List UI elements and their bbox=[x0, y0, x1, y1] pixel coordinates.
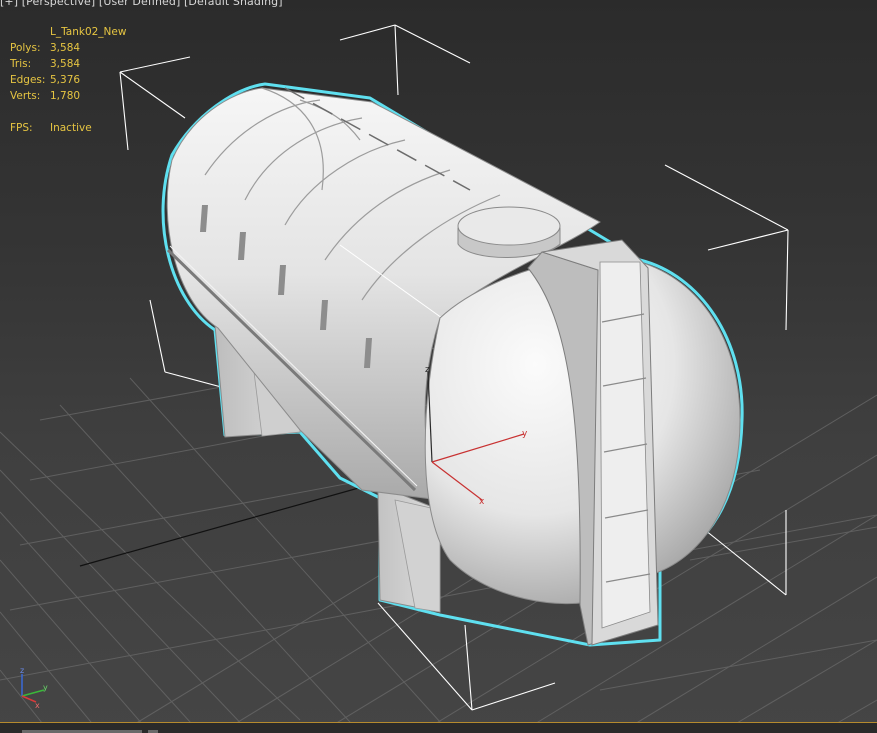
stat-label: FPS: bbox=[10, 122, 33, 134]
view-axis-z-label: z bbox=[20, 666, 24, 675]
gizmo-y-label: y bbox=[522, 429, 528, 439]
stat-row-edges: Edges: 5,376 bbox=[10, 72, 126, 88]
stat-label: Polys: bbox=[10, 42, 41, 54]
stat-value: 1,780 bbox=[50, 90, 81, 102]
viewport-lighting-menu[interactable]: [User Defined] bbox=[99, 0, 180, 8]
scene-canvas[interactable]: z y x z y x bbox=[0, 0, 877, 733]
stat-row-verts: Verts: 1,780 bbox=[10, 88, 126, 104]
grid-axis-line bbox=[79, 481, 381, 567]
stat-value: Inactive bbox=[50, 122, 92, 134]
viewport-plus-menu[interactable]: [+] bbox=[0, 0, 18, 8]
tank-model[interactable] bbox=[161, 82, 744, 647]
bottom-time-slider-strip[interactable] bbox=[0, 722, 877, 733]
stat-row-polys: Polys: 3,584 bbox=[10, 40, 126, 56]
stat-value: 3,584 bbox=[50, 58, 81, 70]
stat-row-fps: FPS: Inactive bbox=[10, 120, 126, 136]
selected-object-name: L_Tank02_New bbox=[50, 26, 127, 38]
stat-label: Verts: bbox=[10, 90, 41, 102]
view-axis-y-label: y bbox=[43, 683, 48, 692]
perspective-viewport[interactable]: z y x z y x [+] [Perspective] [User Defi… bbox=[0, 0, 877, 733]
stat-value: 5,376 bbox=[50, 74, 81, 86]
viewport-view-menu[interactable]: [Perspective] bbox=[22, 0, 96, 8]
view-axis-x-label: x bbox=[35, 701, 40, 710]
gizmo-x-label: x bbox=[479, 497, 485, 507]
viewport-label-menu: [+] [Perspective] [User Defined] [Defaul… bbox=[0, 0, 283, 8]
gizmo-z-label: z bbox=[425, 365, 430, 375]
tank-manhole bbox=[457, 206, 561, 258]
stat-label: Tris: bbox=[10, 58, 32, 70]
viewport-shading-menu[interactable]: [Default Shading] bbox=[184, 0, 283, 8]
stat-value: 3,584 bbox=[50, 42, 81, 54]
viewport-statistics: L_Tank02_New Polys: 3,584 Tris: 3,584 Ed… bbox=[10, 24, 126, 136]
stat-row-tris: Tris: 3,584 bbox=[10, 56, 126, 72]
stat-label: Edges: bbox=[10, 74, 46, 86]
view-axis-tripod: z y x bbox=[20, 666, 48, 710]
